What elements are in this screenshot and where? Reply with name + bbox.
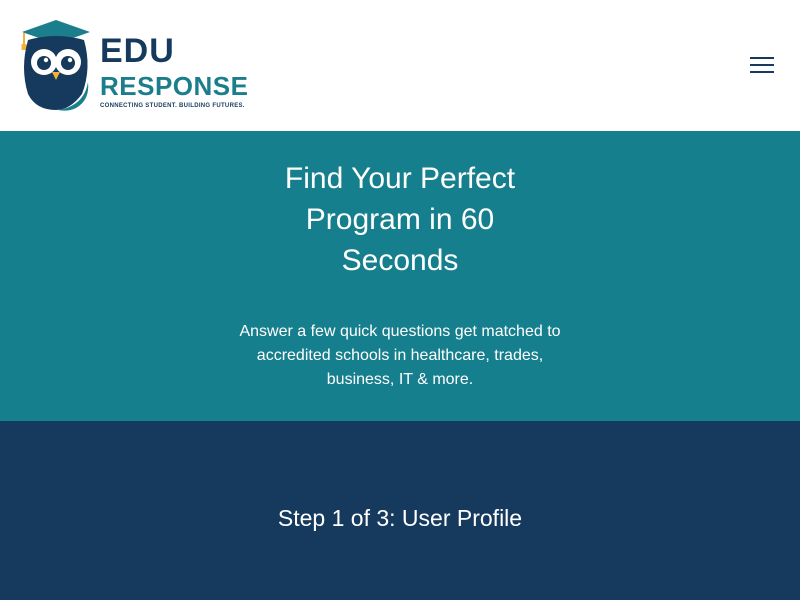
- step-title: Step 1 of 3: User Profile: [277, 505, 523, 531]
- site-header: EDU RESPONSE CONNECTING STUDENT. BUILDIN…: [0, 0, 800, 131]
- hamburger-menu-button[interactable]: [746, 52, 778, 78]
- edu-response-logo[interactable]: EDU RESPONSE CONNECTING STUDENT. BUILDIN…: [18, 18, 258, 114]
- logo-wordmark-edu: EDU: [100, 32, 175, 70]
- owl-mascot-icon: [21, 20, 90, 111]
- hero-subtitle: Answer a few quick questions get matched…: [239, 323, 561, 388]
- logo-wordmark-response: RESPONSE: [100, 71, 249, 101]
- hero-section: Find Your Perfect Program in 60 Seconds …: [0, 131, 800, 421]
- hamburger-menu-icon-line: [750, 64, 774, 66]
- hero-title: Find Your Perfect Program in 60 Seconds: [284, 162, 516, 277]
- profile-form-section: Step 1 of 3: User Profile: [0, 421, 800, 600]
- logo-tagline: CONNECTING STUDENT. BUILDING FUTURES.: [100, 103, 245, 109]
- hamburger-menu-icon-line: [750, 71, 774, 73]
- hamburger-menu-icon-line: [750, 57, 774, 59]
